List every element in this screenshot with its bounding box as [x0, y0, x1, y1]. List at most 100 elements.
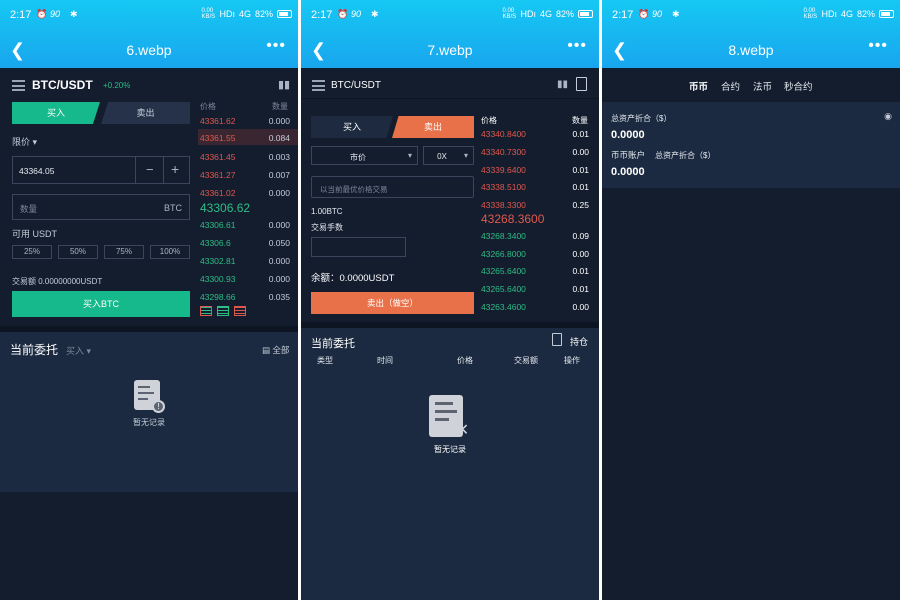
- tab-contract[interactable]: 合约: [721, 79, 740, 93]
- market-label: 市价: [350, 153, 366, 162]
- bid-price: 43306.6: [200, 238, 231, 248]
- hd-indicator: HDı: [821, 9, 837, 19]
- ask-price: 43361.27: [200, 170, 236, 180]
- orders-title: 当前委托: [10, 343, 59, 357]
- ask-price: 43361.55: [200, 133, 236, 143]
- sell-short-button[interactable]: 卖出（做空）: [311, 292, 474, 314]
- more-icon[interactable]: •••: [266, 37, 286, 55]
- doc-line: [138, 386, 150, 388]
- ask-price: 43361.02: [200, 188, 236, 198]
- bid-price: 43298.66: [200, 292, 236, 302]
- tab-second-contract[interactable]: 秒合约: [784, 79, 813, 93]
- warning-badge-icon: !: [152, 400, 165, 413]
- menu-icon[interactable]: [12, 80, 25, 91]
- price-input[interactable]: 以当前最优价格交易: [311, 176, 474, 198]
- plus-button[interactable]: +: [171, 161, 179, 177]
- depth-asks-icon[interactable]: [234, 306, 246, 316]
- battery-text: 82%: [555, 9, 574, 19]
- more-icon[interactable]: •••: [868, 37, 888, 55]
- col-type: 类型: [317, 356, 333, 365]
- status-bar: 2:17 ⏰ 90 ✱ 0.00 KB/S HDı 4G 82% ❮ 7.web…: [301, 0, 599, 68]
- ask-qty: 0.084: [268, 133, 290, 143]
- chart-icon[interactable]: ▮▮: [557, 79, 568, 90]
- doc-line: [138, 398, 148, 400]
- screen-6: 2:17 ⏰ 90 ✱ 0.00 KB/S HDı 4G 82% ❮ 6.web…: [0, 0, 298, 600]
- pct-50-button[interactable]: 50%: [58, 245, 98, 259]
- orders-section: 当前委托 买入 ▾ ▤ 全部 ! 暂无记录: [0, 332, 298, 492]
- battery-text: 82%: [254, 9, 273, 19]
- status-right: 0.00 KB/S HDı 4G 82%: [201, 8, 292, 20]
- hd-indicator: HDı: [219, 9, 235, 19]
- leverage-label: 0X: [437, 152, 447, 161]
- menu-icon[interactable]: [312, 80, 325, 91]
- net-speed: 0.00 KB/S: [803, 8, 818, 20]
- bid-price: 43266.8000: [481, 249, 526, 259]
- chart-icon[interactable]: ▮▮: [278, 78, 290, 91]
- bluetooth-icon: ✱: [371, 9, 379, 19]
- order-type-select[interactable]: 限价 ▾: [12, 135, 37, 148]
- empty-text: 暂无记录: [434, 445, 466, 454]
- pct-25-button[interactable]: 25%: [12, 245, 52, 259]
- bid-qty: 0.000: [268, 256, 290, 266]
- available-label: 可用 USDT: [12, 229, 58, 239]
- orders-all-label: 全部: [272, 345, 290, 355]
- pct-75-button[interactable]: 75%: [104, 245, 144, 259]
- order-type-label: 限价: [12, 137, 31, 147]
- orders-filter[interactable]: 买入 ▾: [66, 344, 91, 357]
- tab-buy[interactable]: 买入: [311, 116, 393, 138]
- buy-btc-button[interactable]: 买入BTC: [12, 291, 190, 317]
- empty-record-icon: ✕: [429, 395, 469, 439]
- ask-qty: 0.000: [268, 188, 290, 198]
- position-label[interactable]: 持仓: [570, 335, 588, 348]
- battery-text: 82%: [856, 9, 875, 19]
- market-select[interactable]: 市价 ▾: [311, 146, 418, 165]
- hd-indicator: HDı: [520, 9, 536, 19]
- leverage-select[interactable]: 0X ▾: [423, 146, 474, 165]
- bid-price: 43302.81: [200, 256, 236, 266]
- price-input[interactable]: 43364.05 − +: [12, 156, 190, 184]
- lots-input[interactable]: [311, 237, 406, 257]
- tab-buy[interactable]: 买入: [12, 102, 100, 124]
- nav-title: 7.webp: [427, 42, 473, 58]
- bid-price: 43265.6400: [481, 266, 526, 276]
- pair-title[interactable]: BTC/USDT: [331, 80, 381, 91]
- tab-fiat[interactable]: 法币: [753, 79, 772, 93]
- orders-all[interactable]: ▤ 全部: [262, 344, 289, 356]
- pair-change: +0.20%: [103, 81, 131, 90]
- tab-sell[interactable]: 卖出: [392, 116, 474, 138]
- pct-100-button[interactable]: 100%: [150, 245, 190, 259]
- bid-qty: 0.035: [268, 292, 290, 302]
- screen-8: 2:17 ⏰ 90 ✱ 0.00 KB/S HDı 4G 82% ❮ 8.web…: [602, 0, 900, 600]
- status-time: 2:17: [612, 9, 634, 21]
- status-bar: 2:17 ⏰ 90 ✱ 0.00 KB/S HDı 4G 82% ❮ 8.web…: [602, 0, 900, 68]
- eye-icon[interactable]: ◉: [884, 111, 892, 122]
- position-icon[interactable]: [552, 333, 562, 346]
- ask-price: 43340.8400: [481, 129, 526, 139]
- price-placeholder: 以当前最优价格交易: [320, 185, 388, 194]
- more-icon[interactable]: •••: [567, 37, 587, 55]
- signal-icon: 4G: [539, 9, 552, 19]
- bid-qty: 0.00: [572, 302, 589, 312]
- bid-qty: 0.09: [572, 231, 589, 241]
- quantity-input[interactable]: 数量 BTC: [12, 194, 190, 220]
- bluetooth-icon: ✱: [672, 9, 680, 19]
- tab-spot[interactable]: 币币: [689, 79, 708, 93]
- depth-both-icon[interactable]: [200, 306, 212, 316]
- net-speed: 0.00 KB/S: [502, 8, 517, 20]
- header-divider: [301, 98, 599, 99]
- chevron-down-icon: ▾: [86, 346, 92, 356]
- ask-price: 43361.62: [200, 116, 236, 126]
- pair-title[interactable]: BTC/USDT: [32, 78, 93, 92]
- alarm-icon: ⏰: [337, 9, 349, 19]
- minus-button[interactable]: −: [146, 162, 154, 177]
- tab-sell[interactable]: 卖出: [101, 102, 190, 124]
- bluetooth-icon: ✱: [70, 9, 78, 19]
- battery-icon: [277, 10, 292, 18]
- account-label: 币币账户: [611, 150, 646, 160]
- total-value: 0.0000: [611, 129, 645, 141]
- ob-header-qty: 数量: [272, 102, 288, 111]
- depth-bids-icon[interactable]: [217, 306, 229, 316]
- balance-text: 余额：0.0000USDT: [311, 273, 395, 284]
- clipboard-icon[interactable]: [576, 77, 587, 91]
- doc-line: [138, 392, 154, 394]
